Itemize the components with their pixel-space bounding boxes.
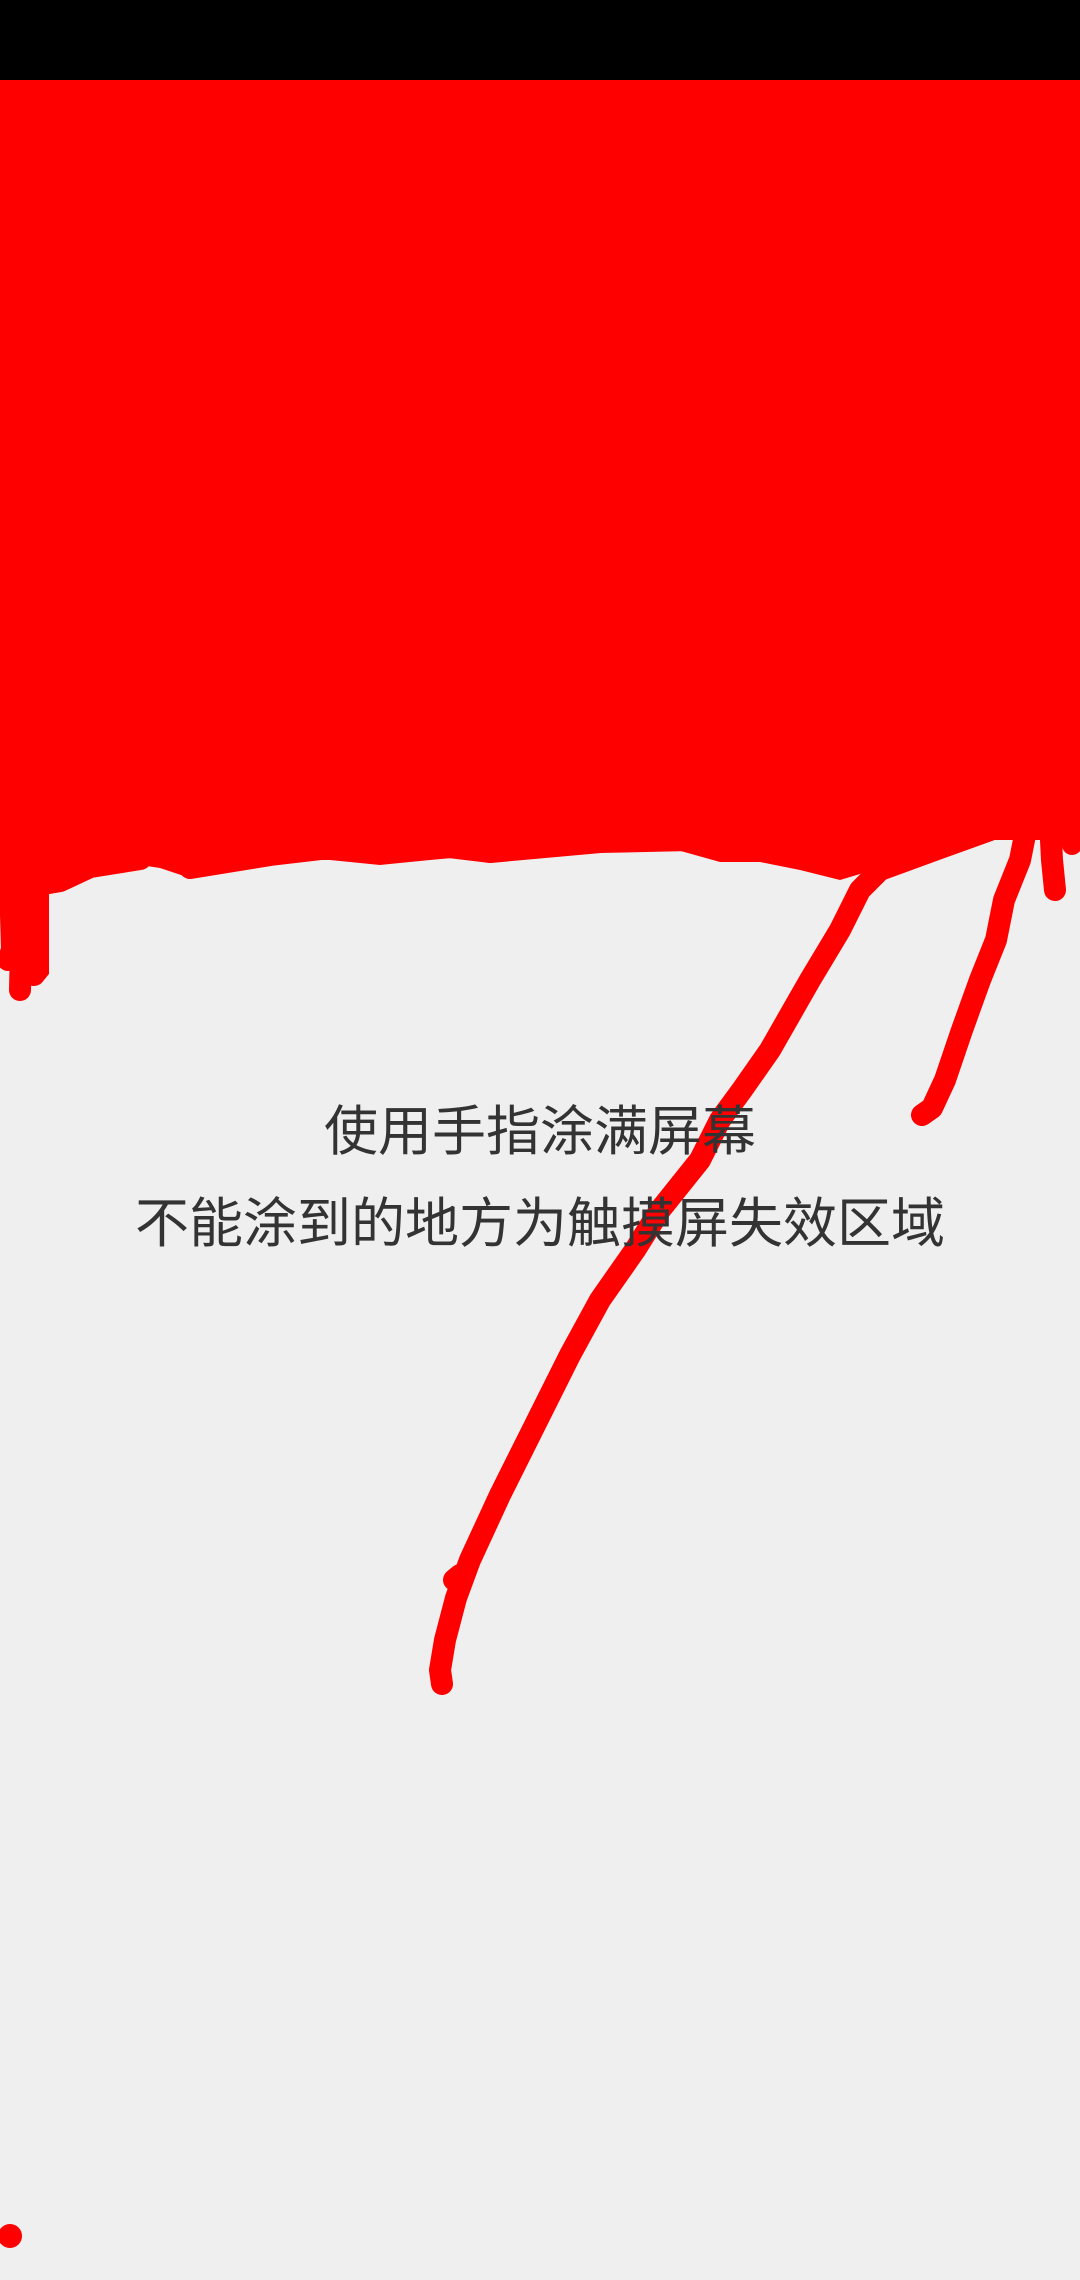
paint-stroke [0, 869, 23, 971]
paint-stroke [1039, 809, 1066, 901]
touch-test-screen[interactable]: 使用手指涂满屏幕 不能涂到的地方为触摸屏失效区域 [0, 0, 1080, 2280]
paint-stroke [0, 846, 152, 902]
paint-stroke [179, 835, 501, 879]
paint-stroke [9, 889, 33, 1001]
paint-dot [0, 2224, 22, 2248]
painted-area [0, 80, 1080, 890]
instruction-line-1: 使用手指涂满屏幕 [324, 1100, 756, 1163]
painted-area-fill [0, 80, 1080, 840]
instruction-line-2: 不能涂到的地方为触摸屏失效区域 [135, 1192, 945, 1255]
paint-stroke [911, 799, 1041, 1126]
paint-stroke [23, 869, 49, 986]
paint-stroke [1060, 800, 1080, 855]
paint-stroke [479, 829, 811, 863]
status-bar [0, 0, 1080, 80]
paint-stroke [443, 1564, 471, 1591]
